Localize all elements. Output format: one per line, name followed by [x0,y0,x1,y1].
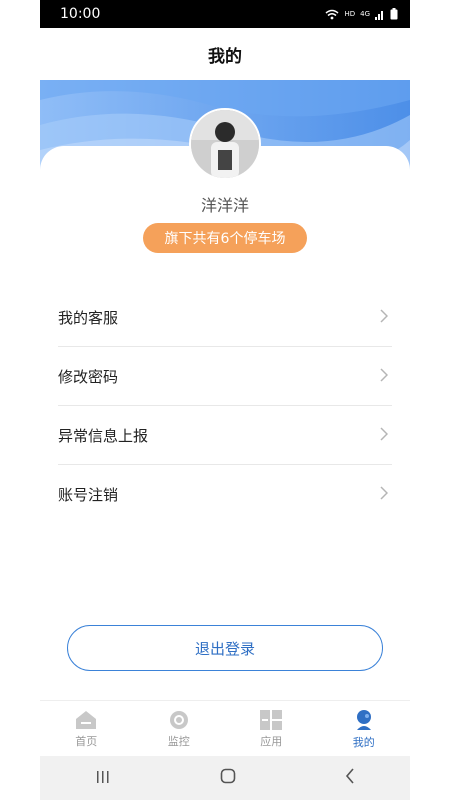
wifi-icon [325,9,339,19]
battery-icon [390,8,398,20]
4g-label: 4G [360,10,370,18]
user-icon [356,709,371,730]
menu-item-delete-account[interactable]: 账号注销 [58,465,392,523]
tab-home[interactable]: 首页 [40,701,133,757]
camera-icon [169,710,188,729]
hd-icon: HD [344,10,356,18]
back-icon[interactable] [345,767,355,789]
status-bar: 10:00 HD 4G [40,0,410,28]
chevron-right-icon [380,366,392,387]
status-time: 10:00 [60,6,101,22]
tab-apps[interactable]: 应用 [225,701,318,757]
menu-item-change-password[interactable]: 修改密码 [58,347,392,406]
page-title: 我的 [40,28,410,80]
chevron-right-icon [380,307,392,328]
menu-item-label: 账号注销 [58,485,119,504]
system-navigation-bar [40,756,410,800]
status-icons: HD 4G [325,8,398,20]
menu-item-label: 异常信息上报 [58,426,149,445]
tab-mine[interactable]: 我的 [318,701,411,757]
username: 洋洋洋 [200,196,249,215]
phone-screen: 10:00 HD 4G 我的 洋洋洋 旗下共有6个停车场 我的客服 修改密码 异… [40,0,410,800]
apps-grid-icon [260,709,283,730]
chevron-right-icon [380,425,392,446]
parking-lots-badge: 旗下共有6个停车场 [143,223,307,253]
tab-label: 我的 [352,735,375,749]
tab-label: 监控 [167,734,190,748]
4g-signal-icon [375,10,383,20]
menu-item-label: 修改密码 [58,367,119,386]
tab-monitor[interactable]: 监控 [133,701,226,757]
recent-apps-icon[interactable] [95,768,111,789]
menu-item-label: 我的客服 [58,308,119,327]
tab-label: 首页 [75,734,98,748]
menu-item-customer-service[interactable]: 我的客服 [58,288,392,347]
home-button-icon[interactable] [220,768,236,789]
bottom-tab-bar: 首页 监控 应用 我的 [40,700,410,757]
home-icon [76,710,97,729]
chevron-right-icon [380,484,392,505]
tab-label: 应用 [260,734,283,748]
settings-menu: 我的客服 修改密码 异常信息上报 账号注销 [58,288,392,523]
avatar[interactable] [189,108,261,180]
menu-item-report-exception[interactable]: 异常信息上报 [58,406,392,465]
logout-button[interactable]: 退出登录 [67,625,383,671]
